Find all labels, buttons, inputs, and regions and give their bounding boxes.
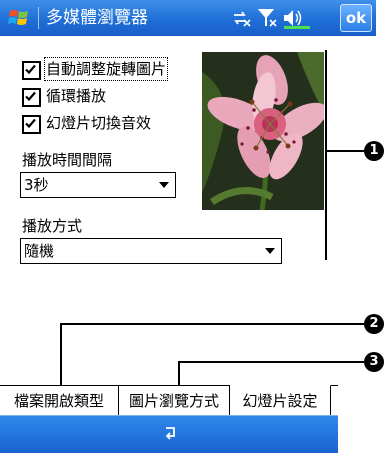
mode-select[interactable]: 隨機 [20,238,282,264]
checkmark-icon [25,91,36,102]
interval-select[interactable]: 3秒 [20,172,176,198]
callout-3-drop [178,361,180,385]
command-bar [0,415,338,453]
callout-1-marker: 1 [364,141,384,161]
preview-divider [325,50,327,260]
checkbox-box[interactable] [22,115,41,134]
callout-3-marker: 3 [364,352,384,372]
auto-rotate-label: 自動調整旋轉圖片 [43,57,169,81]
checkbox-box[interactable] [22,88,41,107]
interval-value: 3秒 [24,176,49,194]
callout-2-drop [60,323,62,385]
callout-1-line [327,150,365,152]
callout-2-line [60,323,364,325]
checkmark-icon [25,64,36,75]
slide-sound-label: 幻燈片切換音效 [46,114,152,132]
lily-flower-image [202,52,324,210]
app-title: 多媒體瀏覽器 [46,8,148,28]
slideshow-preview-image [202,52,324,210]
tab-slideshow-settings[interactable]: 幻燈片設定 [230,385,331,417]
signal-off-icon[interactable] [257,9,277,27]
title-separator [38,7,39,29]
title-bar: 多媒體瀏覽器 [0,0,338,36]
ok-button[interactable]: ok [340,4,372,32]
tab-file-types[interactable]: 檔案開啟類型 [0,386,119,416]
tab-bar: 檔案開啟類型 圖片瀏覽方式 幻燈片設定 [0,385,338,417]
checkbox-box[interactable] [22,61,41,80]
keyboard-icon[interactable] [163,424,179,442]
connectivity-icon[interactable] [234,11,251,27]
callout-3-line [178,361,364,363]
checkmark-icon [25,118,36,129]
windows-flag-icon[interactable] [8,6,32,30]
speaker-icon[interactable] [284,10,302,26]
tab-browse-mode[interactable]: 圖片瀏覽方式 [119,386,230,416]
mode-label: 播放方式 [22,217,83,235]
battery-icon [284,26,310,29]
dropdown-arrow-icon[interactable] [159,182,169,188]
mode-value: 隨機 [24,242,55,260]
dropdown-arrow-icon[interactable] [265,248,275,254]
callout-2-marker: 2 [364,314,384,334]
loop-play-label: 循環播放 [46,87,107,105]
interval-label: 播放時間間隔 [22,151,113,169]
status-icons [234,9,310,29]
